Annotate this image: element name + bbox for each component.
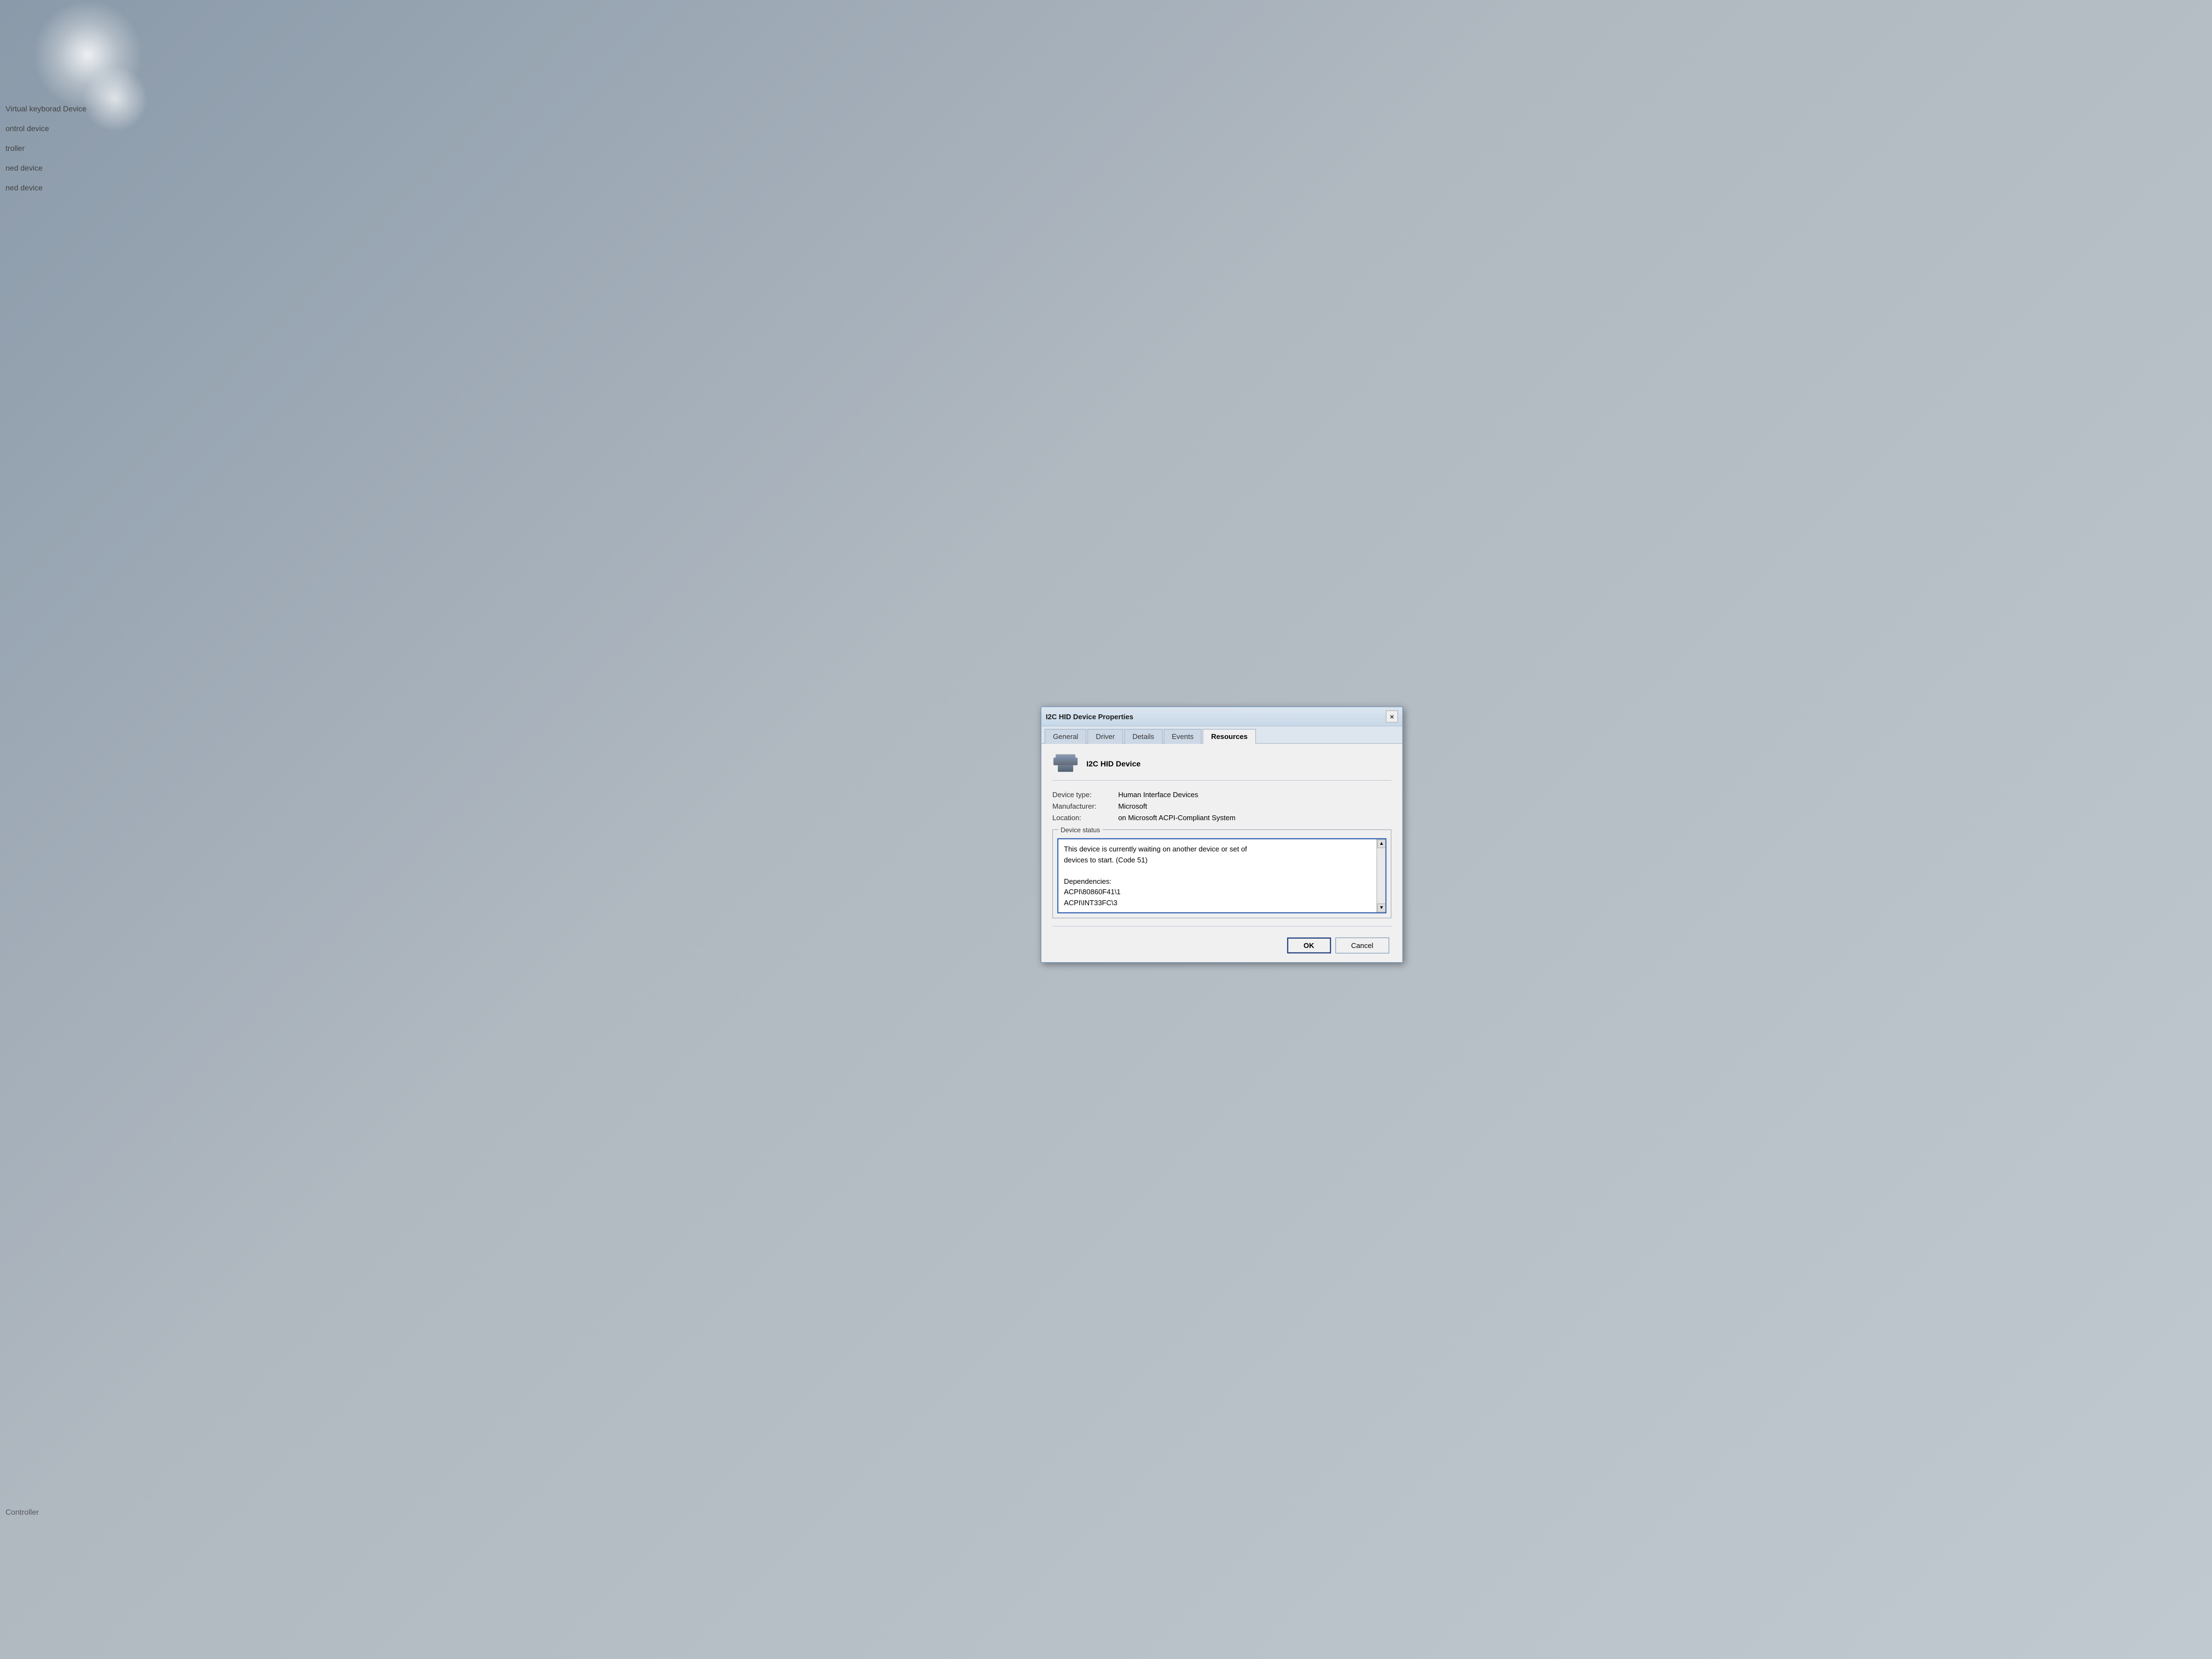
content-separator [1052, 926, 1391, 927]
bg-list-item-2: ontrol device [5, 119, 87, 138]
tab-general[interactable]: General [1045, 729, 1086, 744]
tab-details[interactable]: Details [1124, 729, 1163, 744]
status-line-1: This device is currently waiting on anot… [1064, 844, 1369, 855]
status-section-legend: Device status [1058, 826, 1102, 834]
tab-driver[interactable]: Driver [1087, 729, 1123, 744]
glare-effect-2 [82, 66, 148, 132]
ok-button[interactable]: OK [1287, 938, 1331, 953]
manufacturer-label: Manufacturer: [1052, 802, 1118, 810]
bg-list-item-3: troller [5, 138, 87, 158]
device-type-label: Device type: [1052, 791, 1118, 799]
scroll-up-button[interactable]: ▲ [1377, 839, 1386, 848]
bg-list-item-5: ned device [5, 178, 87, 198]
status-line-3: Dependencies: [1064, 876, 1369, 887]
status-line-5: ACPI\INT33FC\3 [1064, 897, 1369, 908]
background-controller-item: Controller [5, 1508, 39, 1516]
dialog-title-bar: I2C HID Device Properties × [1041, 707, 1402, 726]
status-line-4: ACPI\80860F41\1 [1064, 887, 1369, 898]
device-icon-container [1052, 753, 1079, 775]
status-line-2: devices to start. (Code 51) [1064, 854, 1369, 865]
cancel-button[interactable]: Cancel [1335, 938, 1389, 953]
hid-device-icon [1053, 754, 1077, 773]
prop-row-device-type: Device type: Human Interface Devices [1052, 791, 1391, 799]
device-status-section: Device status This device is currently w… [1052, 830, 1391, 918]
prop-row-location: Location: on Microsoft ACPI-Compliant Sy… [1052, 814, 1391, 822]
status-scrollbar[interactable]: ▲ ▼ [1376, 839, 1385, 912]
scroll-down-button[interactable]: ▼ [1377, 904, 1386, 912]
hid-icon-connector [1058, 765, 1073, 772]
device-properties-dialog: I2C HID Device Properties × General Driv… [1041, 707, 1403, 963]
bg-list-item-4: ned device [5, 158, 87, 178]
manufacturer-value: Microsoft [1118, 802, 1147, 810]
device-display-name: I2C HID Device [1086, 759, 1141, 768]
tab-resources[interactable]: Resources [1203, 729, 1256, 744]
prop-row-manufacturer: Manufacturer: Microsoft [1052, 802, 1391, 810]
location-value: on Microsoft ACPI-Compliant System [1118, 814, 1235, 822]
device-header: I2C HID Device [1052, 753, 1391, 781]
device-status-box[interactable]: This device is currently waiting on anot… [1057, 838, 1386, 913]
device-properties: Device type: Human Interface Devices Man… [1052, 791, 1391, 822]
scroll-track [1377, 848, 1385, 904]
dialog-title: I2C HID Device Properties [1046, 712, 1133, 720]
device-status-text: This device is currently waiting on anot… [1064, 844, 1380, 908]
location-label: Location: [1052, 814, 1118, 822]
tab-events[interactable]: Events [1164, 729, 1202, 744]
background-device-list: Virtual keyborad Device ontrol device tr… [0, 99, 87, 198]
dialog-tabs: General Driver Details Events Resources [1041, 726, 1402, 744]
dialog-content: I2C HID Device Device type: Human Interf… [1041, 744, 1402, 962]
close-button[interactable]: × [1386, 710, 1398, 723]
dialog-buttons-area: OK Cancel [1052, 933, 1391, 956]
bg-list-item-1: Virtual keyborad Device [5, 99, 87, 119]
device-type-value: Human Interface Devices [1118, 791, 1198, 799]
